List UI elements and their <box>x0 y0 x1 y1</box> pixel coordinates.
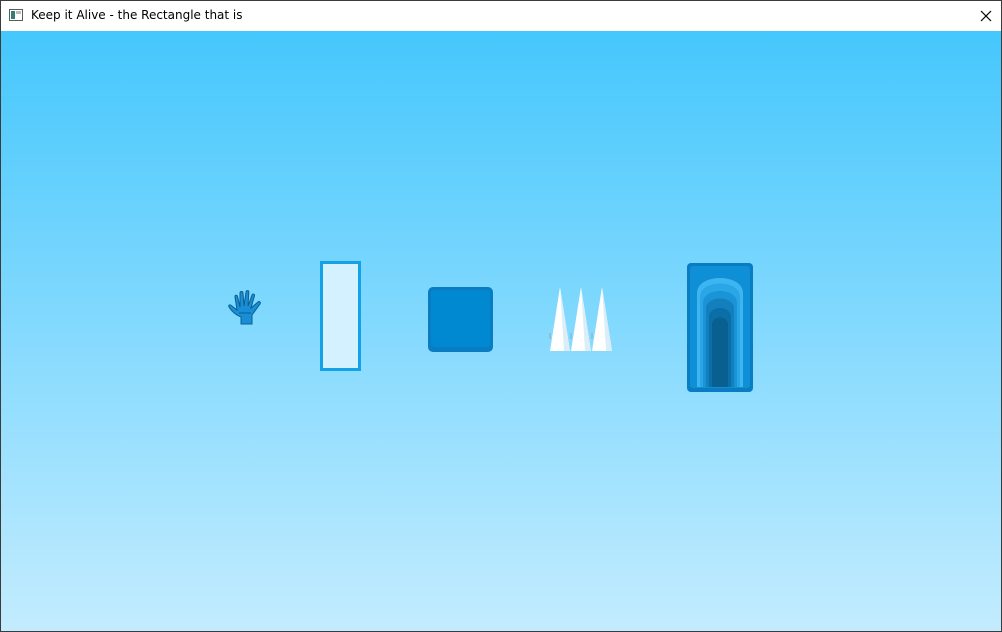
exit-portal[interactable] <box>687 263 753 392</box>
hand-cursor-icon[interactable] <box>227 288 267 326</box>
solid-block <box>428 287 493 352</box>
spike-trap <box>549 287 612 351</box>
window-title: Keep it Alive - the Rectangle that is <box>31 8 243 22</box>
title-bar[interactable]: Keep it Alive - the Rectangle that is <box>1 1 1001 31</box>
app-window-icon <box>9 9 23 21</box>
game-window: Keep it Alive - the Rectangle that is <box>0 0 1002 632</box>
player-rectangle[interactable] <box>320 261 361 371</box>
close-icon <box>980 10 992 22</box>
game-canvas[interactable] <box>1 31 1001 631</box>
close-button[interactable] <box>971 1 1001 31</box>
